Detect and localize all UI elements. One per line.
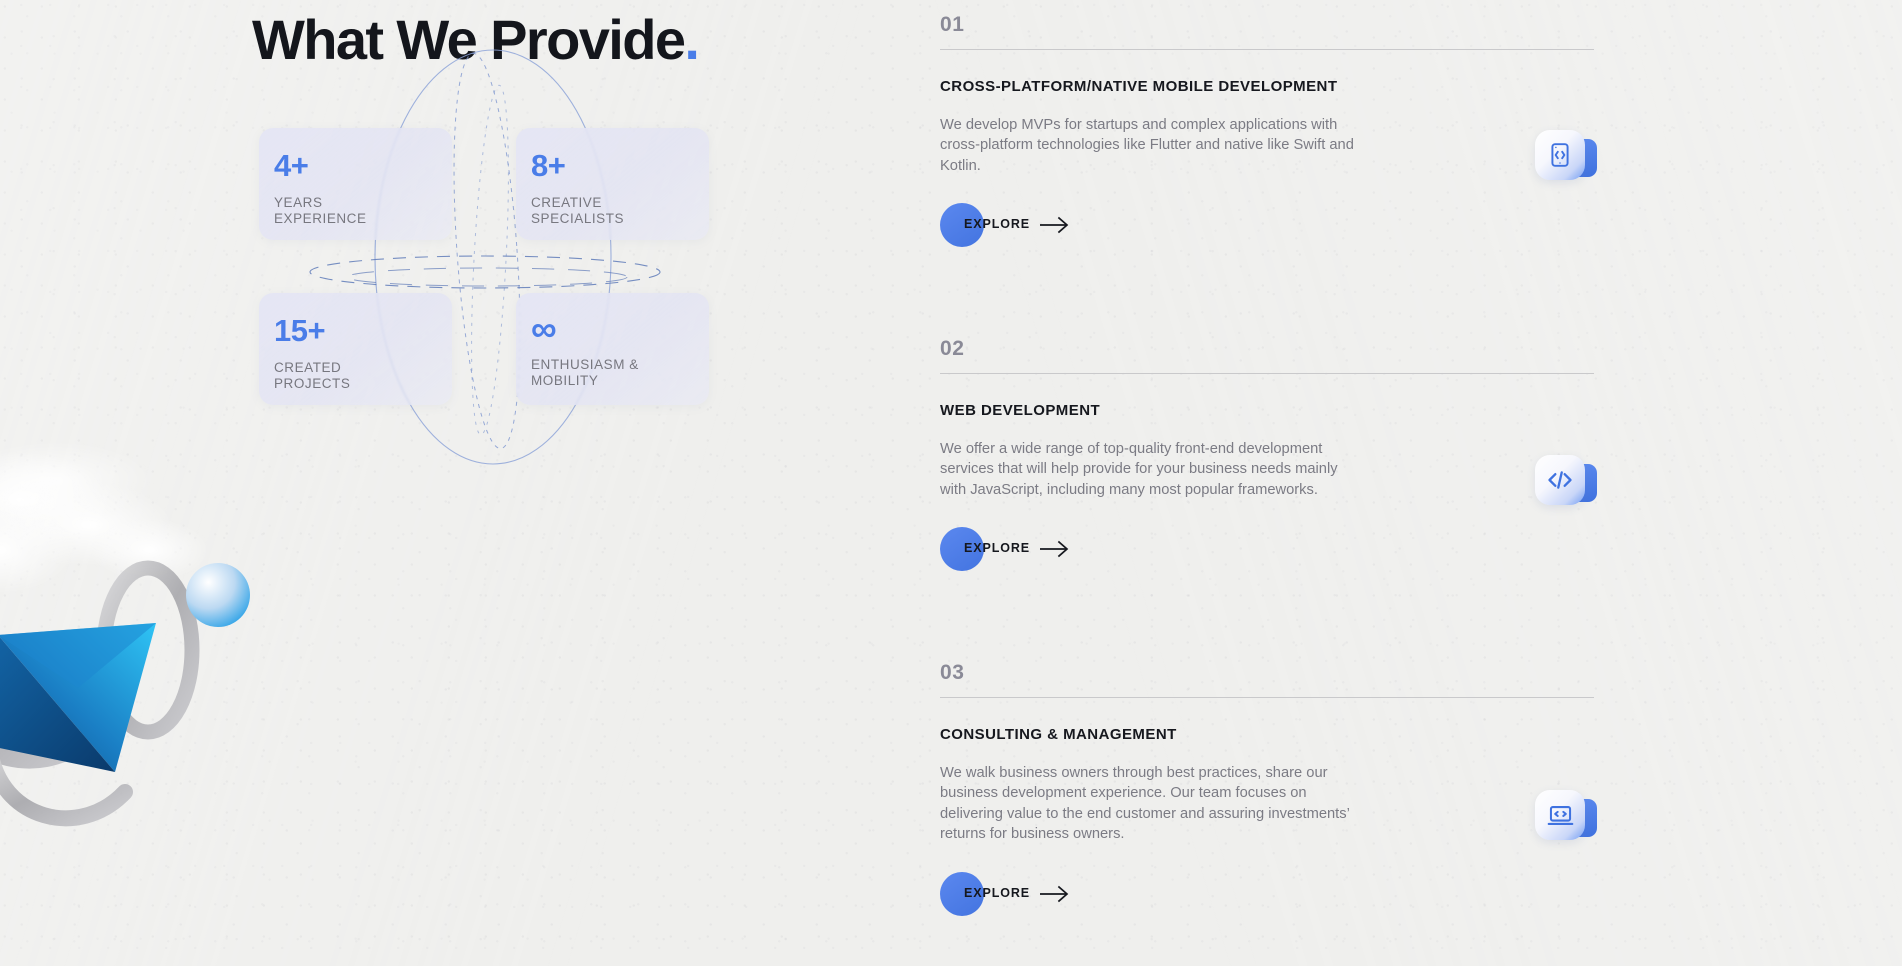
service-divider	[940, 697, 1594, 698]
stat-value: 4+	[274, 148, 309, 183]
stat-label: ENTHUSIASM & MOBILITY	[531, 357, 639, 388]
stat-value: 15+	[274, 313, 326, 348]
service-title: WEB DEVELOPMENT	[940, 402, 1101, 419]
service-divider	[940, 49, 1594, 50]
service-number: 02	[940, 337, 965, 360]
service-description: We walk business owners through best pra…	[940, 765, 1350, 843]
service-icon-01	[1535, 130, 1597, 186]
page-title-text: What We Provide	[252, 8, 686, 71]
explore-button[interactable]: EXPLORE	[940, 527, 1130, 572]
arrow-right-icon	[1040, 217, 1069, 234]
service-title: CONSULTING & MANAGEMENT	[940, 726, 1177, 743]
page-root: What We Provide. 4+ YEARS EXPERIENCE 8+ …	[0, 0, 1902, 966]
stat-card-enthusiasm-mobility: ∞ ENTHUSIASM & MOBILITY	[516, 293, 709, 405]
stat-card-created-projects: 15+ CREATED PROJECTS	[259, 293, 452, 405]
services-column: 01 CROSS-PLATFORM/NATIVE MOBILE DEVELOPM…	[940, 0, 1902, 966]
service-number: 01	[940, 13, 965, 36]
service-divider	[940, 373, 1594, 374]
stat-card-creative-specialists: 8+ CREATIVE SPECIALISTS	[516, 128, 709, 240]
mobile-code-icon	[1535, 130, 1585, 180]
explore-button[interactable]: EXPLORE	[940, 203, 1130, 248]
cloud-shapes	[0, 452, 210, 595]
infinity-icon: ∞	[531, 308, 557, 349]
service-title: CROSS-PLATFORM/NATIVE MOBILE DEVELOPMENT	[940, 78, 1338, 95]
stat-label: YEARS EXPERIENCE	[274, 195, 367, 226]
service-description: We develop MVPs for startups and complex…	[940, 117, 1354, 174]
torus-ring-left	[0, 711, 109, 769]
service-icon-02	[1535, 455, 1597, 511]
service-description: We offer a wide range of top-quality fro…	[940, 441, 1338, 498]
explore-button[interactable]: EXPLORE	[940, 871, 1130, 916]
service-number: 03	[940, 661, 965, 684]
arrow-right-icon	[1040, 541, 1069, 558]
stat-value: 8+	[531, 148, 566, 183]
stat-card-years-experience: 4+ YEARS EXPERIENCE	[259, 128, 452, 240]
service-item-01: 01 CROSS-PLATFORM/NATIVE MOBILE DEVELOPM…	[940, 13, 1600, 248]
explore-label: EXPLORE	[964, 885, 1031, 900]
stat-label: CREATED PROJECTS	[274, 360, 351, 391]
page-title: What We Provide.	[252, 8, 700, 72]
code-brackets-icon	[1535, 455, 1585, 505]
torus-ring-upright	[96, 560, 200, 740]
hero-3d-illustration	[0, 440, 250, 827]
service-item-02: 02 WEB DEVELOPMENT We offer a wide range…	[940, 337, 1600, 572]
service-icon-03	[1535, 790, 1597, 846]
stats-grid: 4+ YEARS EXPERIENCE 8+ CREATIVE SPECIALI…	[259, 128, 709, 406]
left-column: What We Provide. 4+ YEARS EXPERIENCE 8+ …	[0, 0, 940, 966]
glossy-sphere	[186, 563, 250, 627]
laptop-code-icon	[1535, 790, 1585, 840]
arrow-right-icon	[1040, 885, 1069, 902]
explore-label: EXPLORE	[964, 217, 1031, 232]
stat-label: CREATIVE SPECIALISTS	[531, 195, 625, 226]
explore-label: EXPLORE	[964, 541, 1031, 556]
torus-ring-bottom	[0, 758, 133, 827]
page-title-dot: .	[684, 8, 700, 71]
service-item-03: 03 CONSULTING & MANAGEMENT We walk busin…	[940, 662, 1600, 916]
blue-cone	[0, 623, 156, 772]
